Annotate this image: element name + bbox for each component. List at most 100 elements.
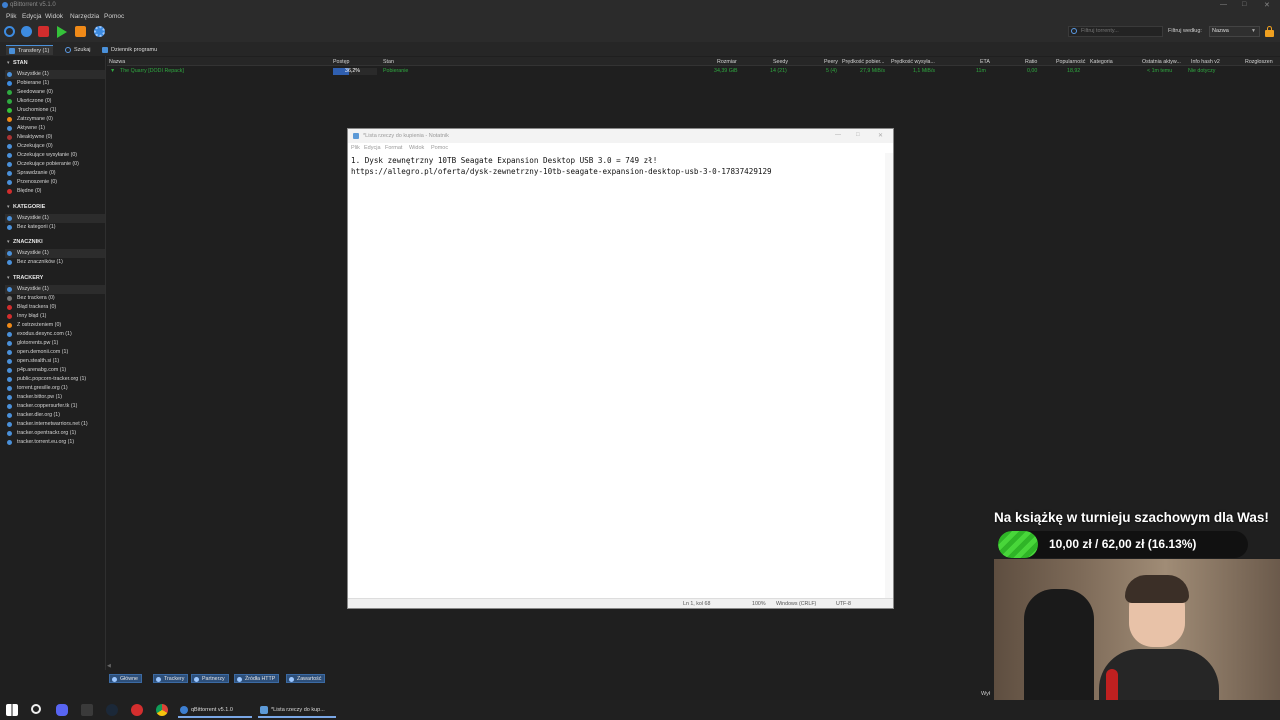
sidebar-item-category[interactable]: Bez kategorii (1) bbox=[5, 223, 105, 232]
chrome-icon[interactable] bbox=[156, 704, 168, 716]
sidebar-item-status[interactable]: Oczekujące pobieranie (0) bbox=[5, 160, 105, 169]
sidebar-item-status[interactable]: Nieaktywne (0) bbox=[5, 133, 105, 142]
minimize-icon[interactable]: — bbox=[835, 132, 841, 138]
sidebar-header-categories[interactable]: KATEGORIE bbox=[7, 204, 45, 210]
sidebar-header-status[interactable]: STAN bbox=[7, 60, 27, 66]
col-progress[interactable]: Postęp bbox=[333, 59, 350, 65]
sidebar-item-status[interactable]: Oczekujące (0) bbox=[5, 142, 105, 151]
sidebar-item-tracker[interactable]: open.demonii.com (1) bbox=[5, 348, 105, 357]
sidebar-item-tracker[interactable]: Błąd trackera (0) bbox=[5, 303, 105, 312]
sidebar-item-tracker[interactable]: open.stealth.si (1) bbox=[5, 357, 105, 366]
sidebar-header-tags[interactable]: ZNACZNIKI bbox=[7, 239, 43, 245]
close-icon[interactable]: ✕ bbox=[878, 132, 883, 139]
menu-widok[interactable]: Widok bbox=[45, 13, 63, 20]
col-eta[interactable]: ETA bbox=[980, 59, 990, 65]
sidebar-item-tracker[interactable]: tracker.coppersurfer.tk (1) bbox=[5, 402, 105, 411]
tab-search[interactable]: Szukaj bbox=[62, 45, 95, 55]
sidebar-item-status[interactable]: Wszystkie (1) bbox=[5, 70, 105, 79]
start-icon[interactable] bbox=[57, 26, 67, 38]
menu-plik[interactable]: Plik bbox=[6, 13, 16, 20]
taskbar-app-qbittorrent[interactable]: qBittorrent v5.1.0 bbox=[178, 702, 252, 718]
sidebar-item-tracker[interactable]: tracker.dler.org (1) bbox=[5, 411, 105, 420]
discord-icon[interactable] bbox=[56, 704, 68, 716]
minimize-icon[interactable]: — bbox=[1220, 1, 1227, 8]
lock-icon[interactable] bbox=[1265, 26, 1274, 37]
menu-narzedzia[interactable]: Narzędzia bbox=[70, 13, 99, 20]
sidebar-item-status[interactable]: Ukończone (0) bbox=[5, 97, 105, 106]
gear-icon[interactable] bbox=[94, 26, 105, 37]
sidebar-item-tracker[interactable]: tracker.torrent.eu.org (1) bbox=[5, 438, 105, 447]
sidebar-header-trackers[interactable]: TRACKERY bbox=[7, 275, 43, 281]
filter-torrents-input[interactable]: Filtruj torrenty... bbox=[1068, 26, 1163, 37]
maximize-icon[interactable]: □ bbox=[1242, 1, 1246, 8]
close-icon[interactable]: ✕ bbox=[1264, 1, 1270, 9]
notepad-menu-widok[interactable]: Widok bbox=[409, 145, 424, 151]
tab-transfers[interactable]: Transfery (1) bbox=[6, 45, 54, 55]
tab-http-sources[interactable]: Źródła HTTP bbox=[234, 674, 280, 683]
sidebar-item-status[interactable]: Błędne (0) bbox=[5, 187, 105, 196]
sidebar-item-tracker[interactable]: glotorrents.pw (1) bbox=[5, 339, 105, 348]
col-popularity[interactable]: Popularność bbox=[1056, 59, 1085, 65]
windows-start-icon[interactable] bbox=[6, 704, 18, 716]
sidebar-item-status[interactable]: Aktywne (1) bbox=[5, 124, 105, 133]
sidebar-item-tag[interactable]: Bez znaczników (1) bbox=[5, 258, 105, 267]
notepad-title-bar[interactable]: *Lista rzeczy do kupienia - Notatnik — □… bbox=[348, 129, 893, 143]
notepad-menu-format[interactable]: Format bbox=[385, 145, 402, 151]
sidebar-item-status[interactable]: Uruchomione (1) bbox=[5, 106, 105, 115]
pen-icon[interactable] bbox=[81, 704, 93, 716]
menu-edycja[interactable]: Edycja bbox=[22, 13, 42, 20]
sidebar-item-tracker[interactable]: Inny błąd (1) bbox=[5, 312, 105, 321]
notepad-text-area[interactable]: 1. Dysk zewnętrzny 10TB Seagate Expansio… bbox=[351, 155, 886, 177]
col-category[interactable]: Kategoria bbox=[1090, 59, 1113, 65]
notepad-window[interactable]: *Lista rzeczy do kupienia - Notatnik — □… bbox=[347, 128, 894, 609]
game-icon[interactable] bbox=[131, 704, 143, 716]
col-down-speed[interactable]: Prędkość pobier... bbox=[842, 59, 884, 65]
menu-pomoc[interactable]: Pomoc bbox=[104, 13, 124, 20]
sidebar-item-category[interactable]: Wszystkie (1) bbox=[5, 214, 105, 223]
sidebar-item-tracker[interactable]: Wszystkie (1) bbox=[5, 285, 105, 294]
filter-by-select[interactable]: Nazwa ▼ bbox=[1209, 26, 1260, 37]
notepad-menu-plik[interactable]: Plik bbox=[351, 145, 360, 151]
col-ratio[interactable]: Ratio bbox=[1025, 59, 1037, 65]
table-row[interactable]: ▼ The Quarry [DODI Repack] 36,2% Pobiera… bbox=[107, 67, 1280, 76]
steam-icon[interactable] bbox=[106, 704, 118, 716]
add-link-icon[interactable] bbox=[4, 26, 15, 37]
maximize-icon[interactable]: □ bbox=[856, 132, 860, 138]
col-up-speed[interactable]: Prędkość wysyła... bbox=[891, 59, 935, 65]
vertical-scrollbar[interactable] bbox=[885, 153, 893, 599]
col-state[interactable]: Stan bbox=[383, 59, 394, 65]
tab-trackers[interactable]: Trackery bbox=[153, 674, 189, 683]
col-size[interactable]: Rozmiar bbox=[717, 59, 737, 65]
col-info-hash[interactable]: Info hash v2 bbox=[1191, 59, 1220, 65]
col-seeds[interactable]: Seedy bbox=[773, 59, 788, 65]
sidebar-item-status[interactable]: Sprawdzanie (0) bbox=[5, 169, 105, 178]
horizontal-scrollbar[interactable]: ◀ bbox=[107, 663, 995, 669]
sidebar-item-tracker[interactable]: torrent.gresille.org (1) bbox=[5, 384, 105, 393]
col-announce[interactable]: Rozgłoszen bbox=[1245, 59, 1273, 65]
col-last-activity[interactable]: Ostatnia aktyw... bbox=[1142, 59, 1181, 65]
col-name[interactable]: Nazwa bbox=[109, 59, 125, 65]
sidebar-item-status[interactable]: Pobierane (1) bbox=[5, 79, 105, 88]
stop-icon[interactable] bbox=[75, 26, 86, 37]
notepad-menu-edycja[interactable]: Edycja bbox=[364, 145, 381, 151]
sidebar-item-tracker[interactable]: tracker.internetwarriors.net (1) bbox=[5, 420, 105, 429]
sidebar-item-tracker[interactable]: Bez trackera (0) bbox=[5, 294, 105, 303]
sidebar-item-tracker[interactable]: Z ostrzeżeniem (0) bbox=[5, 321, 105, 330]
notepad-menu-pomoc[interactable]: Pomoc bbox=[431, 145, 448, 151]
taskbar-app-notepad[interactable]: *Lista rzeczy do kup... bbox=[258, 702, 336, 718]
sidebar-item-tracker[interactable]: exodus.desync.com (1) bbox=[5, 330, 105, 339]
tab-content[interactable]: Zawartość bbox=[286, 674, 326, 683]
sidebar-item-tracker[interactable]: p4p.arenabg.com (1) bbox=[5, 366, 105, 375]
sidebar-item-tracker[interactable]: tracker.bittor.pw (1) bbox=[5, 393, 105, 402]
delete-icon[interactable] bbox=[38, 26, 49, 37]
tab-general[interactable]: Główne bbox=[109, 674, 142, 683]
search-icon[interactable] bbox=[31, 704, 41, 714]
sidebar-item-status[interactable]: Przenoszenie (0) bbox=[5, 178, 105, 187]
sidebar-item-tag[interactable]: Wszystkie (1) bbox=[5, 249, 105, 258]
sidebar-item-tracker[interactable]: public.popcorn-tracker.org (1) bbox=[5, 375, 105, 384]
col-peers[interactable]: Peery bbox=[824, 59, 838, 65]
add-torrent-icon[interactable] bbox=[21, 26, 32, 37]
tab-log[interactable]: Dziennik programu bbox=[99, 45, 161, 55]
tab-peers[interactable]: Partnerzy bbox=[191, 674, 229, 683]
sidebar-item-tracker[interactable]: tracker.opentrackr.org (1) bbox=[5, 429, 105, 438]
